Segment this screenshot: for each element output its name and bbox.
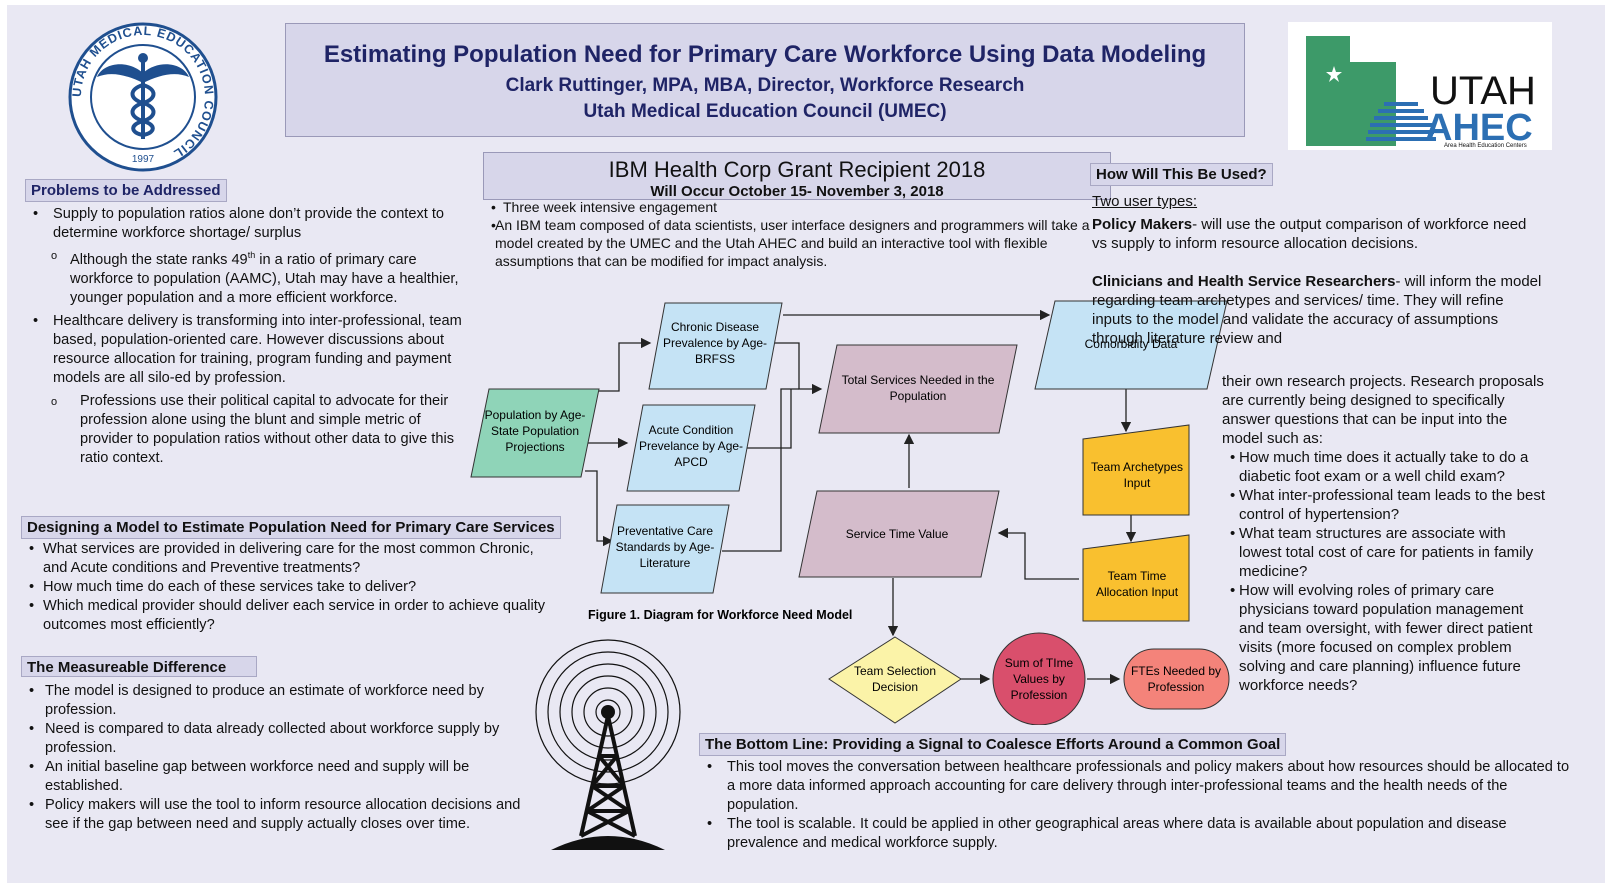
policy-makers-text: Policy Makers- will use the output compa… [1092, 216, 1527, 252]
problems-bullet: Supply to population ratios alone don’t … [25, 205, 475, 243]
clinicians-text: Clinicians and Health Service Researcher… [1092, 273, 1542, 347]
workforce-need-diagram: Population by Age-State Population Projec… [459, 293, 1239, 726]
problems-heading: Problems to be Addressed [25, 179, 227, 202]
how-used-body: Two user types: Policy Makers- will use … [1092, 192, 1542, 348]
how-used-heading: How Will This Be Used? [1090, 163, 1273, 186]
ibm-bullets: Three week intensive engagement An IBM t… [483, 198, 1109, 270]
how-used-research-text: their own research projects. Research pr… [1222, 372, 1546, 695]
two-user-types: Two user types: [1092, 193, 1198, 210]
bottom-line-heading: The Bottom Line: Providing a Signal to C… [699, 733, 1287, 756]
ahec-tagline: Area Health Education Centers [1444, 143, 1527, 149]
problems-sub-bullet: Although the state ranks 49th in a ratio… [25, 246, 475, 308]
problems-sub-bullet: Professions use their political capital … [25, 392, 475, 468]
research-question: How will evolving roles of primary care … [1222, 581, 1546, 695]
ibm-grant-box: IBM Health Corp Grant Recipient 2018 Wil… [483, 152, 1111, 200]
measurable-body: The model is designed to produce an esti… [21, 682, 521, 834]
diagram-caption: Figure 1. Diagram for Workforce Need Mod… [588, 608, 852, 622]
ibm-title: IBM Health Corp Grant Recipient 2018 [608, 157, 986, 182]
measurable-bullet: An initial baseline gap between workforc… [21, 758, 521, 796]
ibm-bullet: Three week intensive engagement [483, 198, 1109, 216]
poster: UTAH MEDICAL EDUCATION COUNCIL 1997 Esti… [7, 5, 1605, 883]
measurable-bullet: Policy makers will use the tool to infor… [21, 796, 521, 834]
problems-bullet: Healthcare delivery is transforming into… [25, 312, 475, 388]
label-sum-time: Sum of TIme Values by Profession [1005, 656, 1074, 702]
bottom-line-bullet: The tool is scalable. It could be applie… [699, 815, 1579, 853]
poster-title: Estimating Population Need for Primary C… [323, 41, 1207, 68]
seal-year: 1997 [132, 154, 155, 165]
utah-ahec-logo: UTAH AHEC Area Health Education Centers [1288, 22, 1552, 150]
research-question: How much time does it actually take to d… [1222, 448, 1546, 486]
bottom-line-bullet: This tool moves the conversation between… [699, 758, 1579, 815]
measurable-heading: The Measureable Difference [21, 656, 258, 677]
label-service-time: Service Time Value [846, 527, 949, 541]
bottom-line-body: This tool moves the conversation between… [699, 758, 1579, 853]
umec-seal-logo: UTAH MEDICAL EDUCATION COUNCIL 1997 [67, 21, 219, 173]
poster-org: Utah Medical Education Council (UMEC) [583, 101, 947, 122]
title-box: Estimating Population Need for Primary C… [285, 23, 1245, 137]
node-ftes [1123, 648, 1230, 710]
research-question: What team structures are associate with … [1222, 524, 1546, 581]
measurable-bullet: Need is compared to data already collect… [21, 720, 521, 758]
research-question: What inter-professional team leads to th… [1222, 486, 1546, 524]
measurable-bullet: The model is designed to produce an esti… [21, 682, 521, 720]
ibm-bullet: An IBM team composed of data scientists,… [483, 216, 1109, 270]
poster-author: Clark Ruttinger, MPA, MBA, Director, Wor… [505, 75, 1025, 96]
problems-body: Supply to population ratios alone don’t … [25, 205, 475, 468]
